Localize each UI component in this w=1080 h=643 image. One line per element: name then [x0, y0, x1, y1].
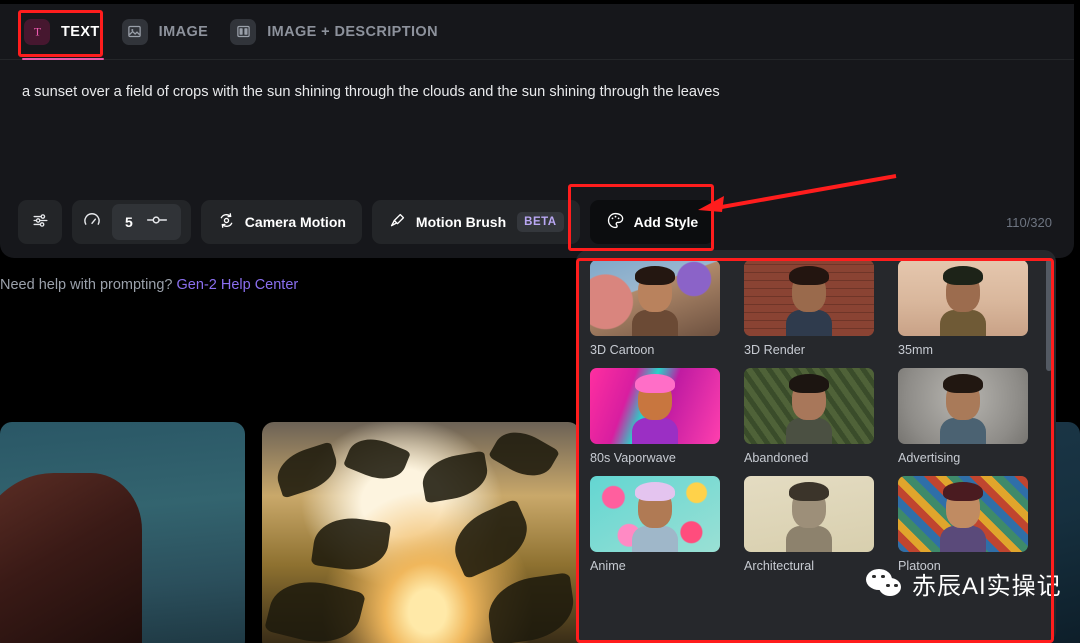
gallery-item-1[interactable]: [0, 422, 245, 643]
tab-image-description-label: IMAGE + DESCRIPTION: [267, 23, 438, 40]
camera-motion-label: Camera Motion: [244, 214, 346, 230]
motion-brush-label: Motion Brush: [415, 214, 507, 230]
camera-motion-icon: [217, 211, 236, 233]
brush-icon: [388, 211, 407, 233]
knob-slider-icon[interactable]: [146, 213, 168, 232]
mode-tabbar: T TEXT IMAGE IMAGE + DESCRIPTION: [0, 4, 1074, 60]
motion-speed-value: 5: [125, 214, 133, 230]
help-center-link[interactable]: Gen-2 Help Center: [177, 277, 299, 293]
motion-speed-stepper[interactable]: 5: [72, 200, 191, 244]
annotation-box-style-panel: [576, 258, 1054, 643]
camera-motion-button[interactable]: Camera Motion: [200, 200, 362, 244]
app-root: T TEXT IMAGE IMAGE + DESCRIPTION a sunse…: [0, 0, 1080, 643]
prompt-composer-card: T TEXT IMAGE IMAGE + DESCRIPTION a sunse…: [0, 4, 1074, 258]
tab-image[interactable]: IMAGE: [120, 4, 221, 60]
image-description-columns-icon: [230, 18, 257, 45]
character-counter: 110/320: [1005, 214, 1052, 230]
motion-speed-value-slot[interactable]: 5: [112, 204, 181, 240]
tab-image-description[interactable]: IMAGE + DESCRIPTION: [228, 4, 450, 60]
annotation-box-text-tab: [18, 10, 103, 57]
help-line: Need help with prompting? Gen-2 Help Cen…: [0, 277, 298, 293]
help-question: Need help with prompting?: [0, 277, 173, 293]
settings-button[interactable]: [18, 200, 62, 244]
gallery-item-2[interactable]: [262, 422, 580, 643]
composer-toolbar: 5 Camera Motion Motion Brush BETA Add St…: [18, 200, 1056, 244]
gauge-icon: [82, 210, 102, 235]
sliders-icon: [31, 211, 50, 233]
tab-image-label: IMAGE: [158, 23, 209, 40]
beta-badge: BETA: [517, 212, 564, 232]
motion-brush-button[interactable]: Motion Brush BETA: [371, 200, 580, 244]
image-icon: [121, 18, 148, 45]
annotation-arrow: [698, 174, 897, 212]
tab-active-underline: [22, 57, 104, 60]
prompt-input[interactable]: a sunset over a field of crops with the …: [0, 60, 1074, 103]
